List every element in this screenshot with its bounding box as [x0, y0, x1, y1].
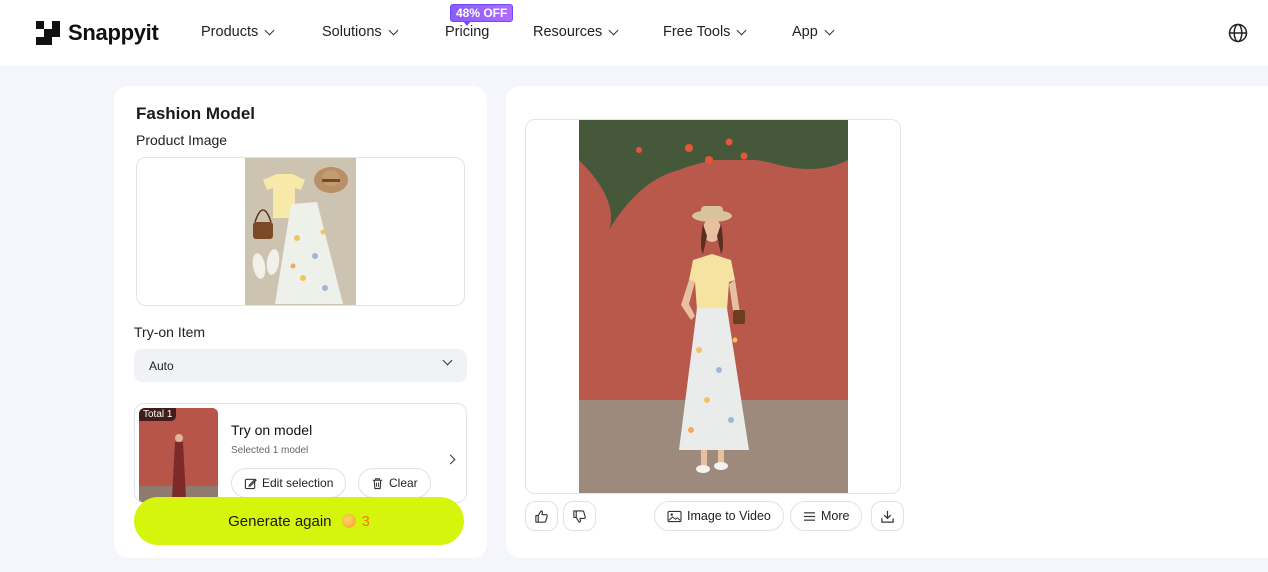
chevron-right-icon[interactable] — [445, 454, 456, 465]
clear-label: Clear — [389, 476, 418, 490]
product-image — [245, 158, 356, 305]
download-icon — [881, 510, 894, 523]
chevron-down-icon — [388, 25, 399, 35]
top-navbar: Snappyit Products Solutions 48% OFF Pric… — [0, 0, 1268, 66]
nav-item-solutions[interactable]: Solutions — [322, 24, 399, 40]
credit-cost: 3 — [361, 512, 370, 530]
model-thumbnail-image — [139, 408, 218, 502]
trash-icon — [372, 477, 383, 489]
generate-again-button[interactable]: Generate again 3 — [134, 497, 464, 545]
model-selection-card[interactable]: Total 1 Try on model Selected 1 model Ed… — [134, 403, 467, 503]
tryon-selected-value: Auto — [149, 358, 174, 373]
result-panel: Image to Video More — [506, 86, 1268, 558]
model-thumbnail: Total 1 — [139, 408, 218, 502]
nav-item-products[interactable]: Products — [201, 24, 275, 40]
more-label: More — [821, 509, 850, 523]
image-to-video-icon — [667, 510, 682, 522]
chevron-down-icon — [442, 355, 453, 366]
model-card-title: Try on model — [231, 422, 313, 438]
chevron-down-icon — [824, 25, 835, 35]
dislike-button[interactable] — [563, 501, 596, 531]
chevron-down-icon — [736, 25, 747, 35]
nav-item-label: Products — [201, 24, 259, 40]
like-button[interactable] — [525, 501, 558, 531]
pricing-discount-badge: 48% OFF — [450, 4, 514, 26]
menu-icon — [804, 511, 815, 521]
edit-selection-label: Edit selection — [262, 476, 334, 490]
thumbs-down-icon — [573, 509, 586, 523]
nav-item-label: Resources — [533, 24, 603, 40]
image-to-video-button[interactable]: Image to Video — [654, 501, 784, 531]
download-button[interactable] — [871, 501, 904, 531]
nav-item-label: Solutions — [322, 24, 382, 40]
nav-item-pricing[interactable]: Pricing — [445, 24, 489, 40]
result-image-frame[interactable] — [525, 119, 901, 494]
credit-coin-icon — [341, 514, 356, 528]
product-image-upload[interactable] — [136, 157, 465, 306]
nav-item-label: Free Tools — [663, 24, 731, 40]
edit-selection-button[interactable]: Edit selection — [231, 468, 347, 498]
generate-label: Generate again — [228, 512, 332, 530]
nav-item-app[interactable]: App — [792, 24, 835, 40]
brand-logo[interactable]: Snappyit — [36, 20, 159, 46]
model-card-subtitle: Selected 1 model — [231, 445, 309, 456]
edit-icon — [244, 478, 257, 489]
chevron-down-icon — [608, 25, 619, 35]
brand-name: Snappyit — [68, 20, 159, 45]
nav-item-free-tools[interactable]: Free Tools — [663, 24, 747, 40]
panel-title: Fashion Model — [136, 104, 255, 123]
tryon-item-label: Try-on Item — [134, 324, 206, 340]
logo-mark-icon — [36, 21, 60, 45]
model-count-tag: Total 1 — [139, 408, 177, 421]
settings-panel: Fashion Model Product Image Try-on Item … — [114, 86, 487, 558]
nav-item-label: Pricing — [445, 24, 490, 40]
globe-icon[interactable] — [1228, 23, 1248, 43]
chevron-down-icon — [264, 25, 275, 35]
image-to-video-label: Image to Video — [687, 509, 771, 523]
tryon-item-select[interactable]: Auto — [134, 349, 467, 382]
product-image-label: Product Image — [136, 132, 228, 148]
nav-item-resources[interactable]: Resources — [533, 24, 619, 40]
clear-selection-button[interactable]: Clear — [358, 468, 431, 498]
thumbs-up-icon — [535, 509, 548, 523]
generated-model-image — [579, 120, 848, 493]
nav-item-label: App — [792, 24, 818, 40]
more-button[interactable]: More — [790, 501, 863, 531]
